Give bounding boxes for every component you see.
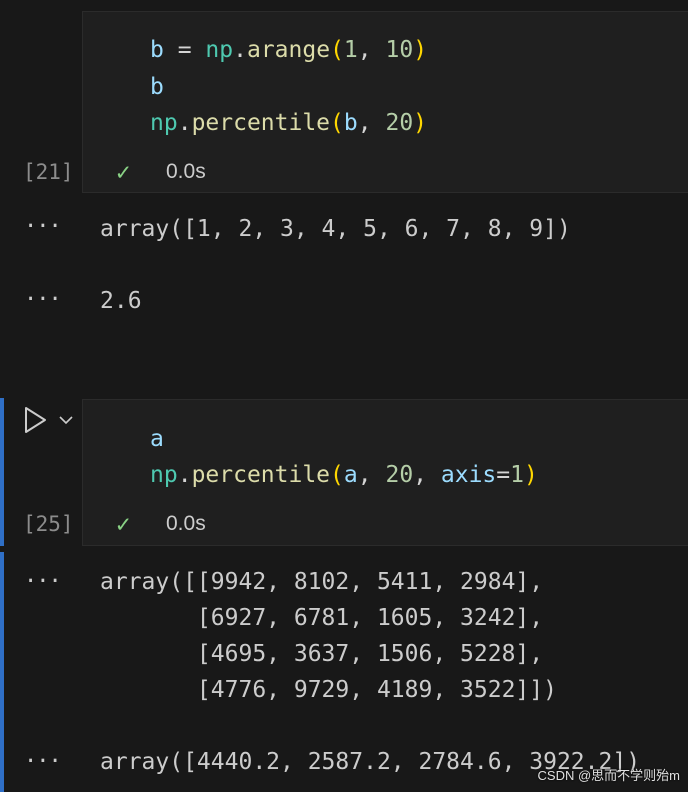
output-area-25: ··· array([[9942, 8102, 5411, 2984], [69…	[0, 552, 688, 792]
watermark: CSDN @思而不学则殆m	[537, 768, 680, 783]
execution-time: 0.0s	[166, 160, 206, 183]
code-line: np.percentile(b, 20)	[150, 105, 427, 141]
code-token: 1	[510, 462, 524, 488]
code-token: np	[205, 37, 234, 63]
code-token: .	[233, 37, 247, 63]
output-text: [4695, 3637, 1506, 5228],	[100, 641, 544, 667]
code-line: b = np.arange(1, 10)	[150, 32, 427, 68]
execution-time: 0.0s	[166, 512, 206, 535]
code-token: (	[330, 462, 344, 488]
code-cell-21[interactable]: b = np.arange(1, 10) b np.percentile(b, …	[0, 0, 688, 200]
output-text: 2.6	[100, 288, 142, 314]
output-text: [4776, 9729, 4189, 3522]])	[100, 677, 557, 703]
code-token: b	[150, 74, 164, 100]
code-token: .	[177, 110, 192, 136]
code-token: 10	[385, 37, 414, 63]
success-check-icon: ✓	[116, 510, 131, 538]
output-more-icon[interactable]: ···	[24, 289, 62, 311]
code-token: (	[330, 110, 344, 136]
output-more-icon[interactable]: ···	[24, 216, 62, 238]
code-token: np	[150, 462, 178, 488]
code-token: 20	[385, 110, 414, 136]
code-token: 20	[385, 462, 414, 488]
code-token: ,	[357, 110, 386, 136]
code-token: arange	[246, 37, 331, 63]
code-token: )	[413, 37, 428, 63]
chevron-down-icon[interactable]	[56, 410, 76, 430]
output-more-icon[interactable]: ···	[24, 571, 62, 593]
code-token: (	[330, 37, 344, 63]
success-check-icon: ✓	[116, 158, 131, 186]
output-more-icon[interactable]: ···	[24, 751, 62, 773]
code-token: b	[343, 110, 358, 136]
code-token: )	[413, 110, 428, 136]
code-token: np	[150, 110, 178, 136]
execution-count: [21]	[23, 160, 74, 184]
output-text: array([1, 2, 3, 4, 5, 6, 7, 8, 9])	[100, 216, 571, 242]
code-token: a	[150, 426, 164, 452]
code-token: axis	[440, 462, 497, 488]
code-token: ,	[357, 37, 386, 63]
code-token: a	[343, 462, 358, 488]
code-token: 1	[343, 37, 358, 63]
code-token: )	[523, 462, 538, 488]
code-line: np.percentile(a, 20, axis=1)	[150, 457, 538, 493]
execution-count: [25]	[23, 512, 74, 536]
code-token: b	[150, 37, 164, 63]
code-line: a	[150, 421, 164, 457]
code-line: b	[150, 69, 164, 105]
output-area-21: ··· array([1, 2, 3, 4, 5, 6, 7, 8, 9]) ·…	[0, 200, 688, 320]
output-text: array([[9942, 8102, 5411, 2984],	[100, 569, 544, 595]
output-text: [6927, 6781, 1605, 3242],	[100, 605, 544, 631]
code-token: =	[163, 37, 206, 63]
code-token: .	[177, 462, 192, 488]
play-icon[interactable]	[20, 405, 50, 435]
code-token: =	[496, 462, 511, 488]
code-token: ,	[357, 462, 386, 488]
code-token: percentile	[191, 462, 331, 488]
code-token: percentile	[191, 110, 331, 136]
code-token: ,	[413, 462, 441, 488]
